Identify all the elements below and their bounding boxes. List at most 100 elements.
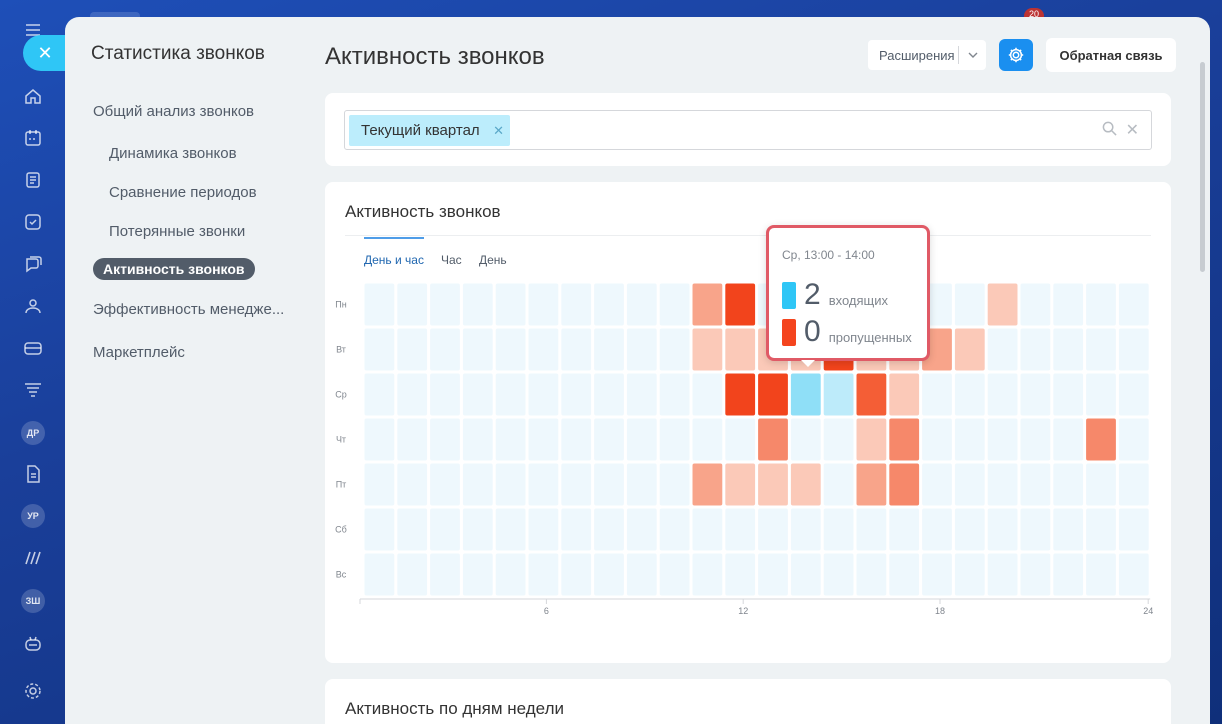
heatmap-cell[interactable] — [528, 463, 559, 506]
heatmap-cell[interactable] — [987, 283, 1018, 326]
heatmap-cell[interactable] — [889, 373, 920, 416]
heatmap-cell[interactable] — [594, 553, 624, 596]
heatmap-cell[interactable] — [692, 373, 723, 416]
heatmap-cell[interactable] — [430, 328, 460, 371]
heatmap-cell[interactable] — [561, 508, 592, 551]
chat-icon[interactable] — [21, 252, 45, 276]
chip-remove-icon[interactable]: ✕ — [493, 123, 504, 139]
heatmap-cell[interactable] — [659, 283, 690, 326]
heatmap-cell[interactable] — [987, 373, 1018, 416]
feedback-button[interactable]: Обратная связь — [1046, 38, 1176, 72]
heatmap-cell[interactable] — [430, 418, 460, 461]
heatmap-cell[interactable] — [1086, 508, 1116, 551]
settings-icon[interactable] — [21, 679, 45, 703]
heatmap-cell[interactable] — [954, 508, 985, 551]
heatmap-cell[interactable] — [364, 328, 395, 371]
heatmap-cell[interactable] — [692, 553, 723, 596]
heatmap-cell[interactable] — [430, 508, 460, 551]
heatmap-cell[interactable] — [790, 508, 821, 551]
heatmap-cell[interactable] — [626, 283, 657, 326]
heatmap-cell[interactable] — [692, 508, 723, 551]
heatmap-cell[interactable] — [987, 328, 1018, 371]
heatmap-cell[interactable] — [889, 418, 920, 461]
heatmap-cell[interactable] — [725, 283, 756, 326]
heatmap-cell[interactable] — [889, 553, 920, 596]
heatmap-cell[interactable] — [561, 283, 592, 326]
heatmap-cell[interactable] — [626, 508, 657, 551]
heatmap-cell[interactable] — [1020, 463, 1051, 506]
heatmap-cell[interactable] — [1053, 373, 1084, 416]
heatmap-cell[interactable] — [954, 328, 985, 371]
heatmap-cell[interactable] — [1053, 283, 1084, 326]
heatmap-cell[interactable] — [758, 373, 788, 416]
heatmap-cell[interactable] — [397, 508, 428, 551]
heatmap-cell[interactable] — [1086, 283, 1116, 326]
card-icon[interactable] — [21, 336, 45, 360]
tasks-icon[interactable] — [21, 210, 45, 234]
heatmap-cell[interactable] — [1020, 328, 1051, 371]
heatmap-cell[interactable] — [528, 553, 559, 596]
heatmap-cell[interactable] — [856, 463, 887, 506]
heatmap-cell[interactable] — [922, 463, 952, 506]
heatmap-cell[interactable] — [397, 373, 428, 416]
users-icon[interactable] — [21, 294, 45, 318]
heatmap-cell[interactable] — [1118, 373, 1149, 416]
heatmap-cell[interactable] — [725, 508, 756, 551]
heatmap-cell[interactable] — [1086, 463, 1116, 506]
heatmap-cell[interactable] — [725, 553, 756, 596]
heatmap-cell[interactable] — [987, 418, 1018, 461]
heatmap-cell[interactable] — [1053, 508, 1084, 551]
heatmap-cell[interactable] — [495, 418, 526, 461]
heatmap-cell[interactable] — [495, 508, 526, 551]
heatmap-cell[interactable] — [594, 463, 624, 506]
heatmap-cell[interactable] — [790, 463, 821, 506]
heatmap-cell[interactable] — [954, 553, 985, 596]
home-icon[interactable] — [21, 84, 45, 108]
heatmap-cell[interactable] — [1118, 328, 1149, 371]
heatmap-cell[interactable] — [364, 553, 395, 596]
heatmap-cell[interactable] — [922, 418, 952, 461]
heatmap-cell[interactable] — [692, 418, 723, 461]
heatmap-cell[interactable] — [725, 373, 756, 416]
heatmap-cell[interactable] — [725, 463, 756, 506]
avatar[interactable]: УР — [21, 504, 45, 528]
calendar-icon[interactable] — [21, 126, 45, 150]
heatmap-cell[interactable] — [528, 373, 559, 416]
heatmap-cell[interactable] — [1053, 463, 1084, 506]
filter-chip[interactable]: Текущий квартал ✕ — [349, 115, 510, 146]
heatmap-cell[interactable] — [626, 328, 657, 371]
heatmap-cell[interactable] — [626, 553, 657, 596]
heatmap-cell[interactable] — [1053, 328, 1084, 371]
heatmap-cell[interactable] — [1020, 508, 1051, 551]
document-icon[interactable] — [21, 462, 45, 486]
heatmap-cell[interactable] — [790, 418, 821, 461]
heatmap-cell[interactable] — [659, 508, 690, 551]
sidebar-item-general-analysis[interactable]: Общий анализ звонков — [93, 103, 254, 120]
avatar[interactable]: ДР — [21, 421, 45, 445]
heatmap-cell[interactable] — [889, 463, 920, 506]
heatmap-cell[interactable] — [1086, 373, 1116, 416]
heatmap-cell[interactable] — [594, 328, 624, 371]
brand-icon[interactable] — [21, 546, 45, 570]
heatmap-cell[interactable] — [626, 418, 657, 461]
heatmap-cell[interactable] — [659, 553, 690, 596]
heatmap-cell[interactable] — [987, 553, 1018, 596]
heatmap-cell[interactable] — [823, 508, 854, 551]
heatmap-cell[interactable] — [528, 328, 559, 371]
heatmap-cell[interactable] — [397, 553, 428, 596]
heatmap-cell[interactable] — [462, 283, 493, 326]
heatmap-cell[interactable] — [856, 508, 887, 551]
heatmap-cell[interactable] — [758, 553, 788, 596]
heatmap-cell[interactable] — [1118, 283, 1149, 326]
heatmap-cell[interactable] — [561, 373, 592, 416]
heatmap-cell[interactable] — [823, 463, 854, 506]
heatmap-cell[interactable] — [594, 418, 624, 461]
heatmap-cell[interactable] — [1118, 553, 1149, 596]
heatmap-cell[interactable] — [1020, 553, 1051, 596]
heatmap-cell[interactable] — [758, 418, 788, 461]
heatmap-cell[interactable] — [758, 508, 788, 551]
heatmap-cell[interactable] — [495, 373, 526, 416]
heatmap-cell[interactable] — [725, 418, 756, 461]
heatmap-cell[interactable] — [626, 463, 657, 506]
sidebar-item-period-compare[interactable]: Сравнение периодов — [109, 184, 257, 201]
